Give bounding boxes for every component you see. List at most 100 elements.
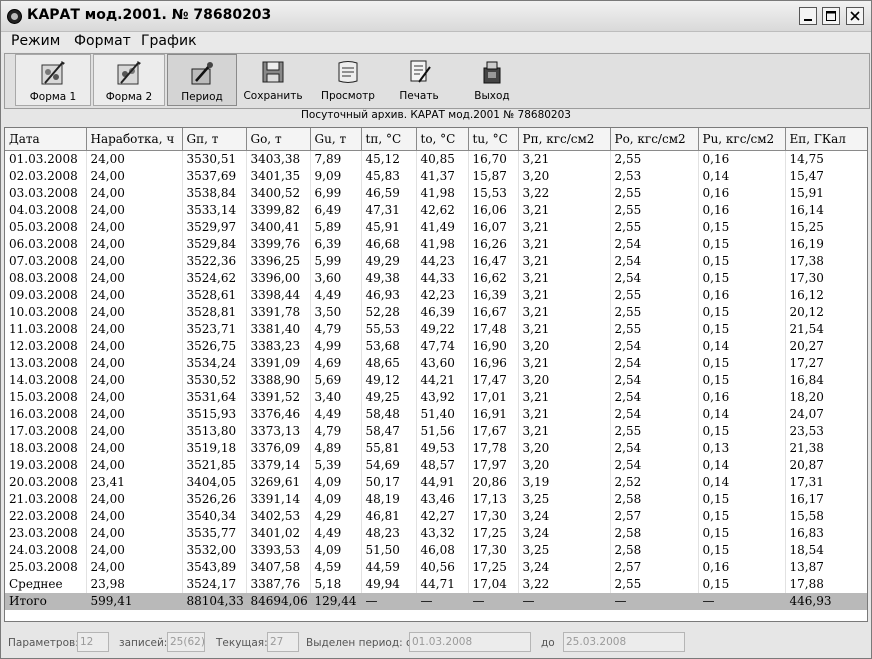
column-header[interactable]: Рu, кгс/см2 <box>698 128 786 151</box>
table-cell: 44,91 <box>416 474 469 491</box>
table-row[interactable]: 17.03.2008 24,00 3513,80 3373,13 4,79 58,47 51… <box>5 423 867 440</box>
table-row[interactable]: 08.03.2008 24,00 3524,62 3396,00 3,60 49,38 44… <box>5 270 867 287</box>
table-cell: 16,07 <box>468 219 519 236</box>
table-cell: 17,30 <box>468 542 519 559</box>
column-header[interactable]: tu, °С <box>468 128 519 151</box>
table-row[interactable]: 05.03.2008 24,00 3529,97 3400,41 5,89 45,91 41… <box>5 219 867 236</box>
period-from-value: 01.03.2008 <box>409 632 531 652</box>
toolbar-period-button[interactable]: Период <box>167 54 237 106</box>
form2-icon <box>117 61 141 85</box>
table-cell: 2,54 <box>610 389 699 406</box>
table-cell: 3,20 <box>518 338 611 355</box>
table-row[interactable]: 14.03.2008 24,00 3530,52 3388,90 5,69 49,12 44… <box>5 372 867 389</box>
table-row[interactable]: 12.03.2008 24,00 3526,75 3383,23 4,99 53,68 47… <box>5 338 867 355</box>
table-row[interactable]: Среднее 23,98 3524,17 3387,76 5,18 49,94 44,71… <box>5 576 867 593</box>
table-row[interactable]: 09.03.2008 24,00 3528,61 3398,44 4,49 46,93 42… <box>5 287 867 304</box>
table-row[interactable]: 16.03.2008 24,00 3515,93 3376,46 4,49 58,48 51… <box>5 406 867 423</box>
table-row[interactable]: 15.03.2008 24,00 3531,64 3391,52 3,40 49,25 43… <box>5 389 867 406</box>
close-button[interactable] <box>846 7 864 25</box>
table-cell: 2,55 <box>610 287 699 304</box>
maximize-button[interactable] <box>822 7 840 25</box>
table-cell: 3513,80 <box>182 423 247 440</box>
table-cell: 3269,61 <box>246 474 311 491</box>
table-row[interactable]: 04.03.2008 24,00 3533,14 3399,82 6,49 47,31 42… <box>5 202 867 219</box>
table-row[interactable]: 24.03.2008 24,00 3532,00 3393,53 4,09 51,50 46… <box>5 542 867 559</box>
table-cell: 3391,09 <box>246 355 311 372</box>
table-row[interactable]: 07.03.2008 24,00 3522,36 3396,25 5,99 49,29 44… <box>5 253 867 270</box>
table-cell: 17,67 <box>468 423 519 440</box>
toolbar-preview-button[interactable]: Просмотр <box>313 54 383 106</box>
table-cell: 3401,02 <box>246 525 311 542</box>
toolbar-form2-button[interactable]: Форма 2 <box>93 54 165 106</box>
table-cell: 24,00 <box>86 389 183 406</box>
toolbar-exit-label: Выход <box>474 90 510 102</box>
table-row[interactable]: 10.03.2008 24,00 3528,81 3391,78 3,50 52,28 46… <box>5 304 867 321</box>
column-header[interactable]: Gп, т <box>182 128 247 151</box>
toolbar-save-button[interactable]: Сохранить <box>241 54 305 106</box>
table-cell: 88104,33 <box>182 593 247 610</box>
column-header[interactable]: Еп, ГКал <box>785 128 867 151</box>
table-row[interactable]: 02.03.2008 24,00 3537,69 3401,35 9,09 45,83 41… <box>5 168 867 185</box>
column-header[interactable]: Рп, кгс/см2 <box>518 128 611 151</box>
title-bar[interactable]: КАРАТ мод.2001. № 78680203 <box>1 1 871 32</box>
period-label: Выделен период: от <box>306 637 419 649</box>
table-cell: 0,15 <box>698 270 786 287</box>
table-row[interactable]: 03.03.2008 24,00 3538,84 3400,52 6,99 46,59 41… <box>5 185 867 202</box>
column-header[interactable]: Наработка, ч <box>86 128 183 151</box>
minimize-button[interactable] <box>799 7 817 25</box>
table-row[interactable]: 06.03.2008 24,00 3529,84 3399,76 6,39 46,68 41… <box>5 236 867 253</box>
archive-caption: Посуточный архив. КАРАТ мод.2001 № 78680… <box>301 109 571 121</box>
table-cell: 12.03.2008 <box>5 338 87 355</box>
table-row[interactable]: 19.03.2008 24,00 3521,85 3379,14 5,39 54,69 48… <box>5 457 867 474</box>
table-row[interactable]: 22.03.2008 24,00 3540,34 3402,53 4,29 46,81 42… <box>5 508 867 525</box>
table-row[interactable]: 18.03.2008 24,00 3519,18 3376,09 4,89 55,81 49… <box>5 440 867 457</box>
table-cell: 48,57 <box>416 457 469 474</box>
table-cell: 41,49 <box>416 219 469 236</box>
table-row[interactable]: 23.03.2008 24,00 3535,77 3401,02 4,49 48,23 43… <box>5 525 867 542</box>
menu-format[interactable]: Формат <box>74 33 131 49</box>
table-cell: — <box>361 593 417 610</box>
table-row[interactable]: 21.03.2008 24,00 3526,26 3391,14 4,09 48,19 43… <box>5 491 867 508</box>
table-cell: 3400,52 <box>246 185 311 202</box>
column-header[interactable]: tо, °С <box>416 128 469 151</box>
table-row[interactable]: 20.03.2008 23,41 3404,05 3269,61 4,09 50,17 44… <box>5 474 867 491</box>
table-row[interactable]: 25.03.2008 24,00 3543,89 3407,58 4,59 44,59 40… <box>5 559 867 576</box>
toolbar-exit-button[interactable]: Выход <box>461 54 523 106</box>
table-cell: 17,97 <box>468 457 519 474</box>
column-header[interactable]: tп, °С <box>361 128 417 151</box>
table-cell: 53,68 <box>361 338 417 355</box>
table-cell: 3373,13 <box>246 423 311 440</box>
menu-chart[interactable]: График <box>141 33 197 49</box>
table-cell: 6,49 <box>310 202 362 219</box>
table-cell: 2,57 <box>610 559 699 576</box>
table-header-row: Дата Наработка, ч Gп, т Gо, т Gu, т tп, °С tо,… <box>5 128 867 151</box>
table-cell: 2,54 <box>610 338 699 355</box>
column-header[interactable]: Ро, кгс/см2 <box>610 128 699 151</box>
menu-mode[interactable]: Режим <box>11 33 60 49</box>
table-cell: 46,81 <box>361 508 417 525</box>
table-cell: 16,91 <box>468 406 519 423</box>
table-cell: 16.03.2008 <box>5 406 87 423</box>
column-header[interactable]: Дата <box>5 128 87 151</box>
app-icon[interactable] <box>7 9 22 24</box>
table-cell: 2,54 <box>610 355 699 372</box>
toolbar-print-button[interactable]: Печать <box>389 54 449 106</box>
table-cell: 2,58 <box>610 525 699 542</box>
table-row[interactable]: 13.03.2008 24,00 3534,24 3391,09 4,69 48,65 43… <box>5 355 867 372</box>
print-icon <box>410 60 431 83</box>
toolbar-form1-button[interactable]: Форма 1 <box>15 54 91 106</box>
table-cell: 16,14 <box>785 202 867 219</box>
table-cell: 44,33 <box>416 270 469 287</box>
table-cell: 16,70 <box>468 150 519 168</box>
table-total-row[interactable]: Итого 599,41 88104,33 84694,06 129,44— — — — — —4… <box>5 593 867 610</box>
column-header[interactable]: Gо, т <box>246 128 311 151</box>
table-cell: 3,21 <box>518 321 611 338</box>
table-cell: 0,14 <box>698 338 786 355</box>
table-row[interactable]: 01.03.2008 24,00 3530,51 3403,38 7,89 45,12 40… <box>5 150 867 168</box>
table-cell: 2,54 <box>610 457 699 474</box>
table-row[interactable]: 11.03.2008 24,00 3523,71 3381,40 4,79 55,53 49… <box>5 321 867 338</box>
table-cell: 3,22 <box>518 576 611 593</box>
column-header[interactable]: Gu, т <box>310 128 362 151</box>
data-grid[interactable]: Дата Наработка, ч Gп, т Gо, т Gu, т tп, °С tо,… <box>4 127 868 622</box>
table-cell: 4,69 <box>310 355 362 372</box>
